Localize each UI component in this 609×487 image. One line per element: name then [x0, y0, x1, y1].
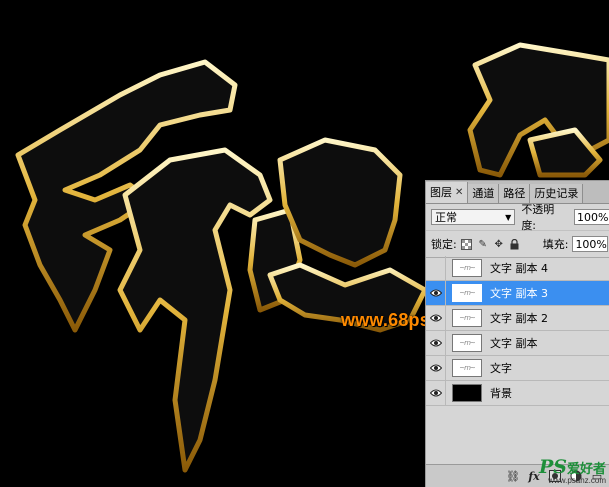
visibility-eye-icon[interactable]: [426, 331, 446, 355]
panel-tabs: 图层 ✕ 通道 路径 历史记录: [426, 181, 609, 204]
chevron-down-icon: ▼: [505, 212, 512, 222]
opacity-input[interactable]: 100%: [574, 209, 609, 225]
calligraphy-glyph-right: [467, 42, 609, 178]
layer-row[interactable]: ~m~ 文字: [426, 356, 609, 381]
tab-channels-label: 通道: [472, 187, 495, 200]
close-icon[interactable]: ✕: [455, 182, 463, 203]
layer-thumbnail: ~m~: [452, 259, 482, 277]
layer-thumbnail: ~m~: [452, 334, 482, 352]
calligraphy-glyph-shi: [15, 59, 303, 473]
lock-position-move-icon[interactable]: ✥: [493, 238, 505, 250]
link-layers-icon[interactable]: ⛓: [506, 469, 520, 483]
logo-brand: PS: [538, 456, 567, 478]
logo-url: www.psahz.com: [548, 476, 606, 485]
layer-name: 文字 副本 2: [490, 312, 548, 325]
layer-row[interactable]: ~m~ 文字 副本 3: [426, 281, 609, 306]
layer-thumbnail: [452, 384, 482, 402]
layers-panel: 图层 ✕ 通道 路径 历史记录 正常 ▼ 不透明度: 100% 锁定: ✎ ✥ …: [425, 180, 609, 487]
tab-layers[interactable]: 图层 ✕: [426, 182, 469, 203]
layer-row[interactable]: ~m~ 文字 副本 4: [426, 256, 609, 281]
lock-row: 锁定: ✎ ✥ 填充: 100%: [426, 231, 609, 258]
layer-thumbnail: ~m~: [452, 309, 482, 327]
visibility-eye-icon[interactable]: [426, 356, 446, 380]
layer-name: 背景: [490, 387, 512, 400]
layer-name: 文字: [490, 362, 512, 375]
visibility-eye-icon[interactable]: [426, 281, 446, 305]
visibility-eye-icon[interactable]: [426, 381, 446, 405]
blend-mode-value: 正常: [435, 211, 457, 224]
site-logo: PS爱好者 www.psahz.com: [539, 456, 606, 485]
layer-name: 文字 副本: [490, 337, 538, 350]
opacity-label: 不透明度:: [521, 203, 555, 232]
lock-label: 锁定:: [431, 238, 457, 251]
tab-channels[interactable]: 通道: [468, 184, 500, 203]
layer-row[interactable]: ~m~ 文字 副本 2: [426, 306, 609, 331]
layer-row[interactable]: 背景: [426, 381, 609, 406]
lock-transparency-icon[interactable]: [461, 238, 473, 250]
lock-all-icon[interactable]: [509, 238, 521, 250]
layer-name: 文字 副本 3: [490, 287, 548, 300]
layer-thumbnail: ~m~: [452, 359, 482, 377]
blend-mode-select[interactable]: 正常 ▼: [431, 209, 516, 225]
blend-row: 正常 ▼ 不透明度: 100%: [426, 203, 609, 232]
logo-chinese: 爱好者: [566, 462, 606, 477]
layer-row[interactable]: ~m~ 文字 副本: [426, 331, 609, 356]
tab-layers-label: 图层: [430, 186, 452, 199]
fill-input[interactable]: 100%: [572, 236, 609, 252]
visibility-eye-icon[interactable]: [426, 306, 446, 330]
fill-label: 填充:: [542, 238, 569, 251]
layers-list: ~m~ 文字 副本 4 ~m~ 文字 副本 3 ~m~ 文字 副本 2 ~m~ 文字 副本 ~m…: [426, 256, 609, 406]
visibility-eye-icon[interactable]: [426, 256, 446, 280]
layer-name: 文字 副本 4: [490, 262, 548, 275]
layer-thumbnail: ~m~: [452, 284, 482, 302]
lock-pixels-brush-icon[interactable]: ✎: [477, 238, 489, 250]
